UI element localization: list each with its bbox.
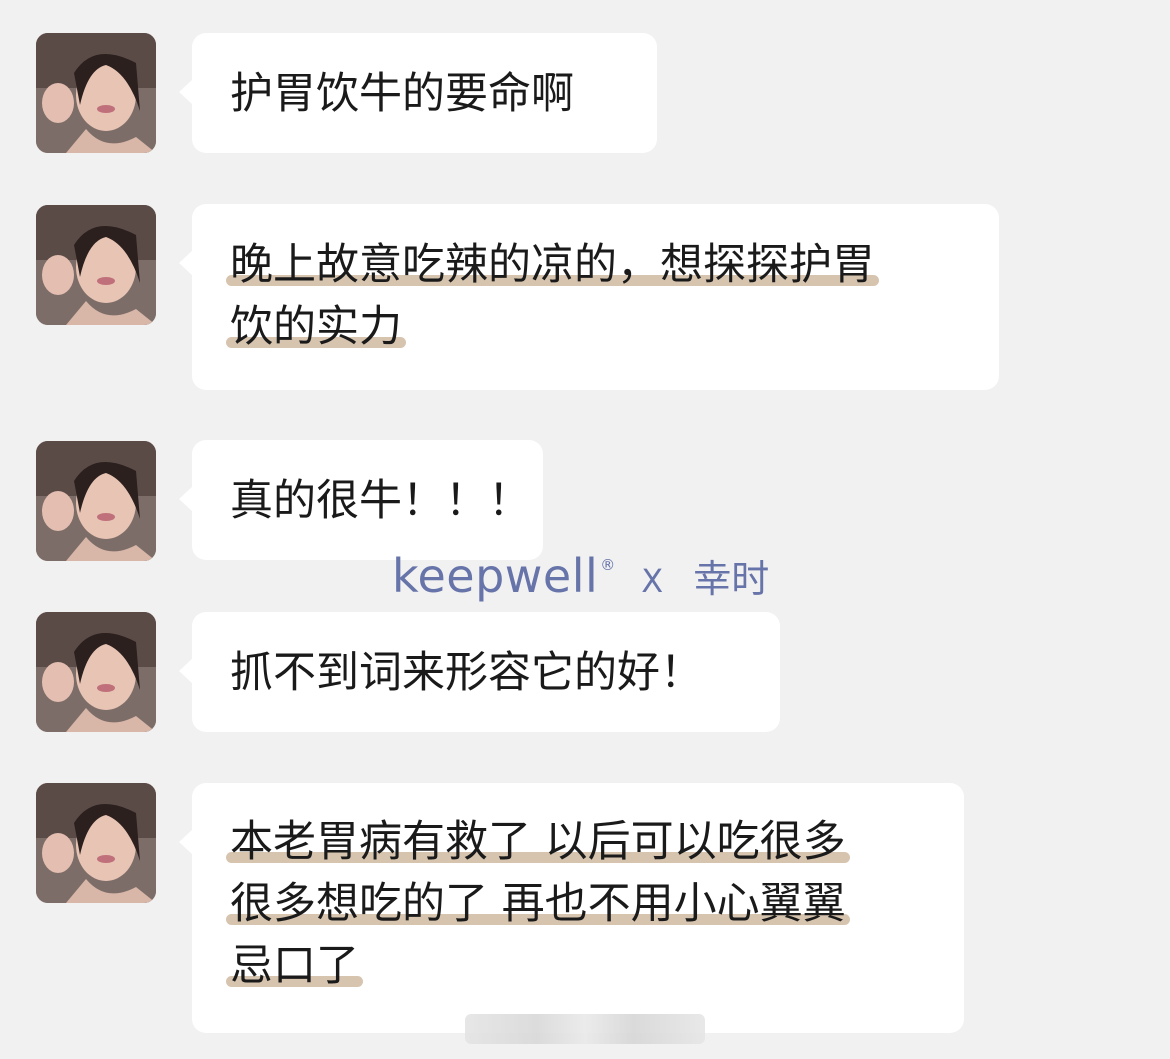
message-line: 本老胃病有救了 以后可以吃很多 (230, 811, 926, 873)
avatar[interactable] (36, 441, 156, 561)
message-line: 抓不到词来形容它的好！ (230, 648, 703, 698)
message-line: 忌口了 (230, 935, 926, 997)
message-bubble[interactable]: 抓不到词来形容它的好！ (179, 612, 780, 732)
avatar-photo-icon (36, 441, 156, 561)
message-bubble[interactable]: 本老胃病有救了 以后可以吃很多 很多想吃的了 再也不用小心翼翼 忌口了 (179, 783, 964, 1033)
registered-mark: ® (600, 556, 616, 574)
avatar[interactable] (36, 33, 156, 153)
text-highlight: 晚上故意吃辣的凉的，想探探护胃 (230, 240, 875, 290)
watermark-separator: X (641, 562, 664, 600)
avatar[interactable] (36, 783, 156, 903)
avatar[interactable] (36, 205, 156, 325)
chat-screen: 护胃饮牛的要命啊 晚上故意吃辣的凉的，想探探护胃 饮的实力 真的很牛！！！ ke… (0, 0, 1170, 1059)
blurred-caption (465, 1014, 705, 1044)
message-bubble[interactable]: 真的很牛！！！ (179, 440, 543, 560)
brand-watermark: keepwell ® X 幸时 (392, 548, 769, 603)
message-line: 护胃饮牛的要命啊 (230, 69, 574, 119)
text-highlight: 饮的实力 (230, 302, 402, 352)
message-line: 饮的实力 (230, 296, 961, 358)
watermark-partner: 幸时 (693, 557, 770, 601)
avatar-photo-icon (36, 33, 156, 153)
message-bubble[interactable]: 晚上故意吃辣的凉的，想探探护胃 饮的实力 (179, 204, 999, 390)
watermark-brand: keepwell (392, 549, 599, 603)
message-bubble[interactable]: 护胃饮牛的要命啊 (179, 33, 657, 153)
avatar[interactable] (36, 612, 156, 732)
text-highlight: 本老胃病有救了 以后可以吃很多 (230, 817, 846, 867)
text-highlight: 忌口了 (230, 941, 359, 991)
message-line: 真的很牛！！！ (230, 476, 531, 526)
message-line: 晚上故意吃辣的凉的，想探探护胃 (230, 234, 961, 296)
text-highlight: 很多想吃的了 再也不用小心翼翼 (230, 879, 846, 929)
avatar-photo-icon (36, 783, 156, 903)
avatar-photo-icon (36, 612, 156, 732)
message-line: 很多想吃的了 再也不用小心翼翼 (230, 873, 926, 935)
avatar-photo-icon (36, 205, 156, 325)
